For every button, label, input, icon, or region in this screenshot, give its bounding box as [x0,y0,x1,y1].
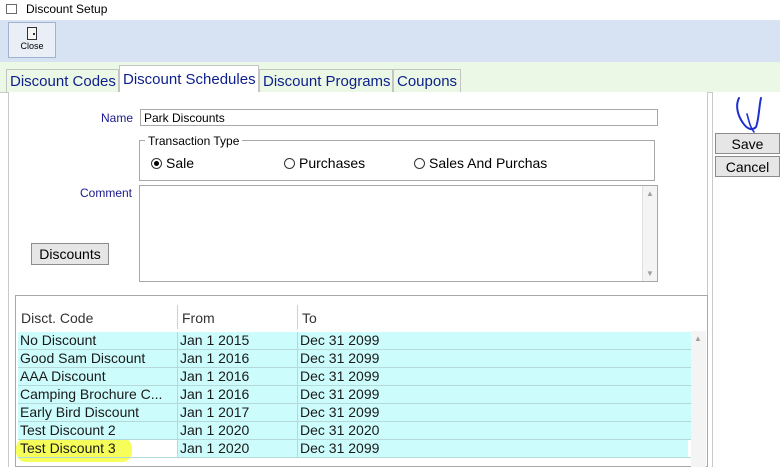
cell-to: Dec 31 2099 [300,368,380,384]
tab-discount-programs[interactable]: Discount Programs [259,69,393,92]
cell-from: Jan 1 2020 [178,422,298,439]
tab-discount-codes[interactable]: Discount Codes [6,69,119,92]
cell-code: No Discount [18,332,178,349]
toolbar: Close [0,20,780,63]
comment-textarea[interactable]: ▲ ▼ [139,185,658,282]
cell-from: Jan 1 2016 [178,368,298,385]
tab-coupons[interactable]: Coupons [393,69,461,92]
comment-label: Comment [80,186,133,200]
cell-code: Good Sam Discount [18,350,178,367]
cell-from: Jan 1 2016 [178,386,298,403]
transaction-type-legend: Transaction Type [145,134,243,148]
name-label: Name [101,111,134,125]
window-title: Discount Setup [26,2,108,16]
radio-purchases-label: Purchases [299,155,366,171]
scroll-down-icon[interactable]: ▼ [646,269,654,278]
cell-to: Dec 31 2099 [300,332,380,348]
cell-code: Early Bird Discount [18,404,178,421]
tab-strip: Discount Codes Discount Schedules Discou… [0,62,780,93]
radio-unselected-icon [284,158,295,169]
grid-scrollbar[interactable]: ▲ [691,331,706,467]
column-header-disct-code[interactable]: Disct. Code [17,305,178,329]
scroll-up-icon[interactable]: ▲ [694,334,702,343]
discounts-button[interactable]: Discounts [31,243,109,265]
cell-to: Dec 31 2099 [300,350,380,366]
table-row[interactable]: Camping Brochure C... Jan 1 2016 Dec 31 … [18,386,691,404]
scroll-up-icon[interactable]: ▲ [646,189,654,198]
comment-scrollbar[interactable]: ▲ ▼ [642,186,657,281]
table-row[interactable]: AAA Discount Jan 1 2016 Dec 31 2099 [18,368,691,386]
table-row[interactable]: Good Sam Discount Jan 1 2016 Dec 31 2099 [18,350,691,368]
close-button-label: Close [20,41,44,51]
radio-sale-label: Sale [166,155,195,171]
annotation-checkmark [736,97,762,133]
door-exit-icon [27,27,37,40]
cell-to: Dec 31 2099 [298,440,688,457]
tab-discount-schedules[interactable]: Discount Schedules [119,65,259,93]
radio-sales-and-purchases-label: Sales And Purchas [429,155,548,171]
column-header-from[interactable]: From [178,305,298,329]
cell-code: Test Discount 3 [18,440,178,457]
radio-sale[interactable]: Sale [151,155,194,171]
radio-sales-and-purchases[interactable]: Sales And Purchas [414,155,547,171]
cell-from: Jan 1 2016 [178,350,298,367]
title-bar: Discount Setup [0,0,780,21]
cell-code: Test Discount 2 [18,422,178,439]
cell-from: Jan 1 2015 [178,332,298,349]
cell-from: Jan 1 2017 [178,404,298,421]
radio-unselected-icon [414,158,425,169]
table-row-selected[interactable]: Test Discount 3 Jan 1 2020 Dec 31 2099 [18,440,691,458]
table-row[interactable]: Early Bird Discount Jan 1 2017 Dec 31 20… [18,404,691,422]
cell-to: Dec 31 2099 [300,386,380,402]
column-header-to[interactable]: To [298,305,691,329]
radio-selected-icon [151,158,162,169]
cell-code: Camping Brochure C... [18,386,178,403]
cell-from: Jan 1 2020 [178,440,298,457]
radio-purchases[interactable]: Purchases [284,155,365,171]
window-icon [6,4,17,14]
name-input[interactable] [140,109,658,126]
table-row[interactable]: Test Discount 2 Jan 1 2020 Dec 31 2020 [18,422,691,440]
cell-to: Dec 31 2020 [300,422,380,438]
cell-code: AAA Discount [18,368,178,385]
table-row[interactable]: No Discount Jan 1 2015 Dec 31 2099 [18,332,691,350]
cancel-button[interactable]: Cancel [715,156,780,177]
cell-to: Dec 31 2099 [300,404,380,420]
close-button[interactable]: Close [8,22,56,58]
